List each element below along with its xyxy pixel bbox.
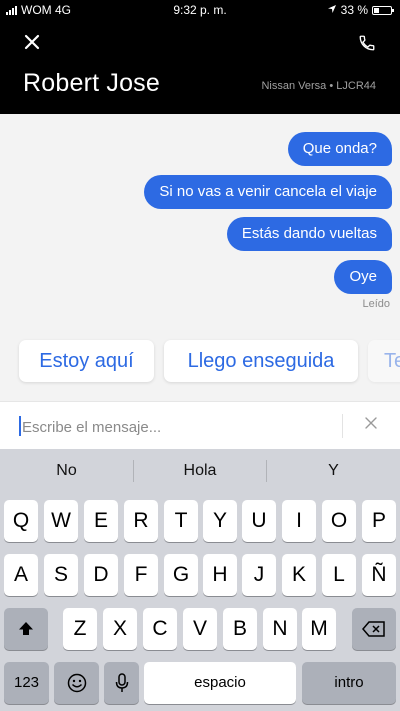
key-e[interactable]: E bbox=[84, 500, 118, 542]
shift-key[interactable] bbox=[4, 608, 48, 650]
key-z[interactable]: Z bbox=[63, 608, 97, 650]
quick-reply-button[interactable]: Llego enseguida bbox=[164, 340, 358, 382]
backspace-key[interactable] bbox=[352, 608, 396, 650]
key-b[interactable]: B bbox=[223, 608, 257, 650]
chat-header: WOM 4G 9:32 p. m. 33 % Robert Jose Nissa… bbox=[0, 0, 400, 114]
key-h[interactable]: H bbox=[203, 554, 237, 596]
key-y[interactable]: Y bbox=[203, 500, 237, 542]
key-m[interactable]: M bbox=[302, 608, 336, 650]
key-l[interactable]: L bbox=[322, 554, 356, 596]
suggestion-item[interactable]: No bbox=[0, 449, 133, 493]
driver-name: Robert Jose bbox=[23, 69, 160, 97]
battery-icon bbox=[372, 5, 394, 15]
key-g[interactable]: G bbox=[164, 554, 198, 596]
key-w[interactable]: W bbox=[44, 500, 78, 542]
clear-button[interactable] bbox=[362, 416, 380, 434]
key-t[interactable]: T bbox=[164, 500, 198, 542]
key-x[interactable]: X bbox=[103, 608, 137, 650]
suggestion-bar: No Hola Y bbox=[0, 449, 400, 493]
suggestion-item[interactable]: Y bbox=[267, 449, 400, 493]
divider bbox=[342, 414, 343, 438]
message-composer bbox=[0, 401, 400, 449]
key-v[interactable]: V bbox=[183, 608, 217, 650]
message-bubble: Estás dando vueltas bbox=[226, 217, 392, 251]
key-q[interactable]: Q bbox=[4, 500, 38, 542]
key-c[interactable]: C bbox=[143, 608, 177, 650]
key-j[interactable]: J bbox=[242, 554, 276, 596]
phone-icon bbox=[359, 35, 375, 51]
read-receipt: Leído bbox=[362, 298, 390, 310]
close-icon bbox=[24, 34, 40, 50]
message-bubble: Que onda? bbox=[287, 132, 392, 166]
key-u[interactable]: U bbox=[242, 500, 276, 542]
battery-percent: 33 % bbox=[340, 3, 368, 17]
dictation-key[interactable] bbox=[104, 662, 139, 704]
key-f[interactable]: F bbox=[124, 554, 158, 596]
keyboard: No Hola Y Q W E R T Y U I O P A S D F G … bbox=[0, 449, 400, 711]
key-enye[interactable]: Ñ bbox=[362, 554, 396, 596]
close-button[interactable] bbox=[22, 34, 42, 54]
message-bubble: Si no vas a venir cancela el viaje bbox=[144, 175, 392, 209]
key-s[interactable]: S bbox=[44, 554, 78, 596]
key-d[interactable]: D bbox=[84, 554, 118, 596]
message-list[interactable]: Que onda? Si no vas a venir cancela el v… bbox=[0, 114, 400, 401]
backspace-icon bbox=[362, 617, 386, 640]
key-o[interactable]: O bbox=[322, 500, 356, 542]
key-p[interactable]: P bbox=[362, 500, 396, 542]
suggestion-item[interactable]: Hola bbox=[134, 449, 266, 493]
key-r[interactable]: R bbox=[124, 500, 158, 542]
message-bubble: Oye bbox=[334, 260, 392, 294]
numbers-key[interactable]: 123 bbox=[4, 662, 49, 704]
location-arrow-icon bbox=[327, 3, 337, 17]
key-i[interactable]: I bbox=[282, 500, 316, 542]
emoji-icon bbox=[67, 671, 87, 694]
emoji-key[interactable] bbox=[54, 662, 99, 704]
close-icon bbox=[365, 417, 377, 429]
status-bar: WOM 4G 9:32 p. m. 33 % bbox=[0, 0, 400, 20]
return-key[interactable]: intro bbox=[302, 662, 396, 704]
shift-icon bbox=[17, 617, 35, 640]
microphone-icon bbox=[115, 671, 129, 694]
call-button[interactable] bbox=[358, 34, 378, 54]
message-input[interactable] bbox=[20, 412, 324, 442]
quick-reply-button[interactable]: Te bbox=[368, 340, 400, 382]
vehicle-info: Nissan Versa • LJCR44 bbox=[261, 80, 376, 92]
space-key[interactable]: espacio bbox=[144, 662, 296, 704]
key-a[interactable]: A bbox=[4, 554, 38, 596]
key-k[interactable]: K bbox=[282, 554, 316, 596]
quick-reply-button[interactable]: Estoy aquí bbox=[19, 340, 154, 382]
quick-replies: Estoy aquí Llego enseguida Te bbox=[0, 340, 400, 384]
key-n[interactable]: N bbox=[263, 608, 297, 650]
